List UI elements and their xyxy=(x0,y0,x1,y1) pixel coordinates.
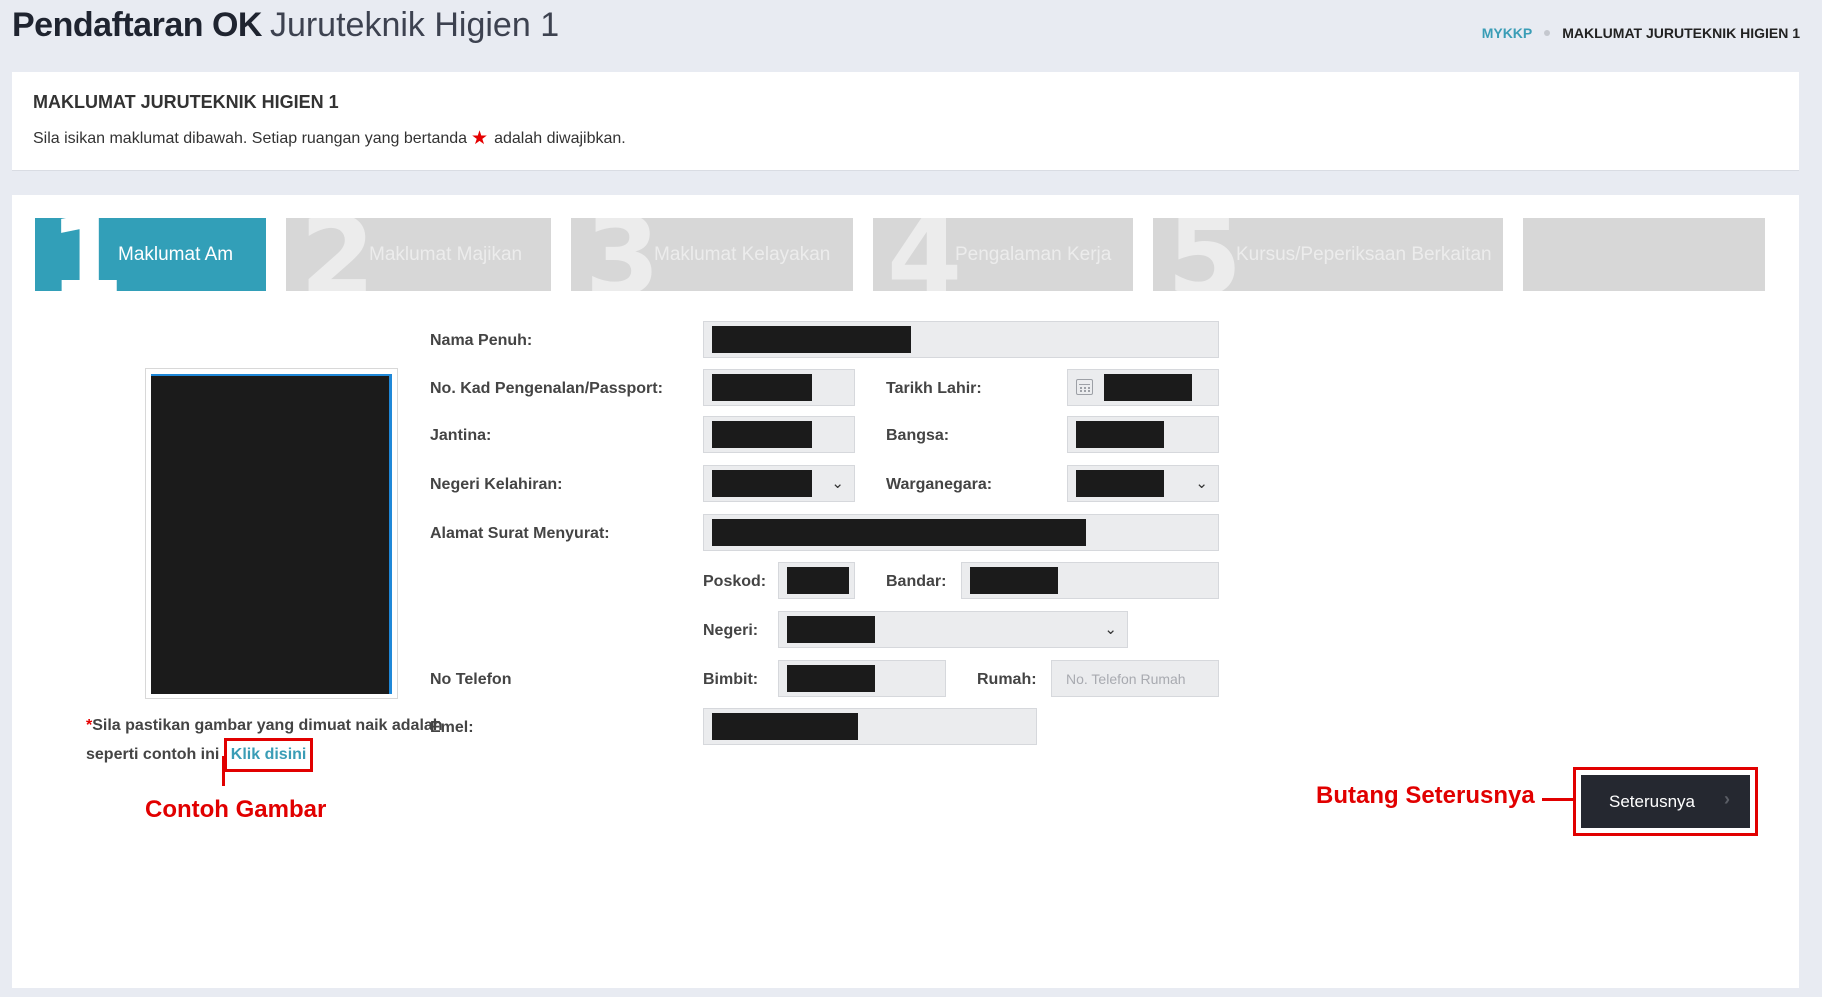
step-label: Pengalaman Kerja xyxy=(955,244,1112,265)
full-name-field[interactable] xyxy=(703,321,1219,358)
birth-state-select[interactable]: ⌄ xyxy=(703,465,855,502)
step-number: 2 xyxy=(300,218,376,291)
step-maklumat-kelayakan[interactable]: 3 Maklumat Kelayakan xyxy=(571,218,853,291)
chevron-right-icon: › xyxy=(1724,789,1730,809)
state-select[interactable]: ⌄ xyxy=(778,611,1128,648)
breadcrumb-current: MAKLUMAT JURUTEKNIK HIGIEN 1 xyxy=(1562,25,1800,41)
postcode-label: Poskod: xyxy=(703,573,767,590)
redacted-value xyxy=(712,374,812,401)
required-star-icon: ★ xyxy=(471,128,489,149)
breadcrumb-home-link[interactable]: MYKKP xyxy=(1482,25,1533,41)
race-field[interactable] xyxy=(1067,416,1219,453)
state-label: Negeri: xyxy=(703,622,759,639)
photo-preview xyxy=(151,374,392,694)
redacted-value xyxy=(712,713,858,740)
dob-field[interactable] xyxy=(1067,369,1219,406)
address-field[interactable] xyxy=(703,514,1219,551)
ic-label: No. Kad Pengenalan/Passport: xyxy=(430,380,663,397)
full-name-label: Nama Penuh: xyxy=(430,332,533,349)
page-title-bold: Pendaftaran OK xyxy=(12,6,262,44)
birth-state-label: Negeri Kelahiran: xyxy=(430,476,563,493)
step-label: Maklumat Kelayakan xyxy=(654,244,831,265)
step-label: Maklumat Majikan xyxy=(369,244,523,265)
annotation-box-next: Seterusnya › xyxy=(1573,767,1758,836)
chevron-down-icon: ⌄ xyxy=(831,474,844,492)
gender-label: Jantina: xyxy=(430,427,492,444)
redacted-value xyxy=(1076,470,1164,497)
step-maklumat-majikan[interactable]: 2 Maklumat Majikan xyxy=(286,218,551,291)
dob-label: Tarikh Lahir: xyxy=(886,380,982,397)
annotation-line xyxy=(222,756,225,786)
annotation-sample-photo: Contoh Gambar xyxy=(145,796,327,823)
citizenship-label: Warganegara: xyxy=(886,476,993,493)
photo-upload[interactable] xyxy=(145,368,398,699)
redacted-value xyxy=(712,519,1086,546)
redacted-value xyxy=(970,567,1058,594)
page-title-light: Juruteknik Higien 1 xyxy=(269,6,560,44)
ic-field[interactable] xyxy=(703,369,855,406)
instruction-text: Sila isikan maklumat dibawah. Setiap rua… xyxy=(33,129,626,148)
annotation-next-button: Butang Seterusnya xyxy=(1316,782,1535,809)
step-label: Kursus/Peperiksaan Berkaitan xyxy=(1236,244,1492,265)
redacted-value xyxy=(787,616,875,643)
info-card: MAKLUMAT JURUTEKNIK HIGIEN 1 Sila isikan… xyxy=(12,72,1799,171)
home-phone-label: Rumah: xyxy=(977,671,1037,688)
redacted-value xyxy=(1104,374,1192,401)
citizenship-select[interactable]: ⌄ xyxy=(1067,465,1219,502)
step-number: 1 xyxy=(49,218,125,291)
redacted-value xyxy=(787,567,849,594)
home-phone-placeholder: No. Telefon Rumah xyxy=(1066,671,1186,687)
mobile-label: Bimbit: xyxy=(703,671,759,688)
city-field[interactable] xyxy=(961,562,1219,599)
instruction-text-before: Sila isikan maklumat dibawah. Setiap rua… xyxy=(33,129,468,147)
annotation-box-link: Klik disini xyxy=(223,738,314,772)
email-label: Emel: xyxy=(430,719,474,736)
redacted-value xyxy=(712,326,911,353)
address-label: Alamat Surat Menyurat: xyxy=(430,525,610,542)
gender-field[interactable] xyxy=(703,416,855,453)
section-title: MAKLUMAT JURUTEKNIK HIGIEN 1 xyxy=(33,92,339,112)
wizard-steps: 1 Maklumat Am 2 Maklumat Majikan 3 Maklu… xyxy=(35,218,1765,291)
page-title: Pendaftaran OK Juruteknik Higien 1 xyxy=(12,6,559,56)
breadcrumb: MYKKP MAKLUMAT JURUTEKNIK HIGIEN 1 xyxy=(1482,25,1800,41)
step-number: 5 xyxy=(1167,218,1243,291)
photo-note: *Sila pastikan gambar yang dimuat naik a… xyxy=(86,714,446,772)
city-label: Bandar: xyxy=(886,573,947,590)
chevron-down-icon: ⌄ xyxy=(1195,474,1208,492)
instruction-text-after: adalah diwajibkan. xyxy=(494,129,626,147)
redacted-value xyxy=(1076,421,1164,448)
breadcrumb-separator xyxy=(1544,30,1551,36)
step-kursus-peperiksaan[interactable]: 5 Kursus/Peperiksaan Berkaitan xyxy=(1153,218,1503,291)
redacted-value xyxy=(712,470,812,497)
step-label: Maklumat Am xyxy=(118,244,234,265)
step-number: 3 xyxy=(585,218,661,291)
annotation-line xyxy=(1542,798,1575,801)
redacted-value xyxy=(787,665,875,692)
mobile-field[interactable] xyxy=(778,660,946,697)
redacted-value xyxy=(712,421,812,448)
step-number: 4 xyxy=(887,218,963,291)
chevron-down-icon: ⌄ xyxy=(1104,620,1117,638)
step-maklumat-am[interactable]: 1 Maklumat Am xyxy=(35,218,266,291)
phone-label: No Telefon xyxy=(430,671,512,688)
race-label: Bangsa: xyxy=(886,427,950,444)
postcode-field[interactable] xyxy=(778,562,855,599)
step-next-partial[interactable] xyxy=(1523,218,1765,291)
next-button[interactable]: Seterusnya › xyxy=(1581,775,1750,828)
calendar-icon xyxy=(1076,379,1093,395)
step-pengalaman-kerja[interactable]: 4 Pengalaman Kerja xyxy=(873,218,1133,291)
home-phone-field[interactable]: No. Telefon Rumah xyxy=(1051,660,1219,697)
form-card: 1 Maklumat Am 2 Maklumat Majikan 3 Maklu… xyxy=(12,195,1799,988)
next-button-label: Seterusnya xyxy=(1609,791,1695,811)
sample-photo-link[interactable]: Klik disini xyxy=(231,746,307,763)
email-field[interactable] xyxy=(703,708,1037,745)
